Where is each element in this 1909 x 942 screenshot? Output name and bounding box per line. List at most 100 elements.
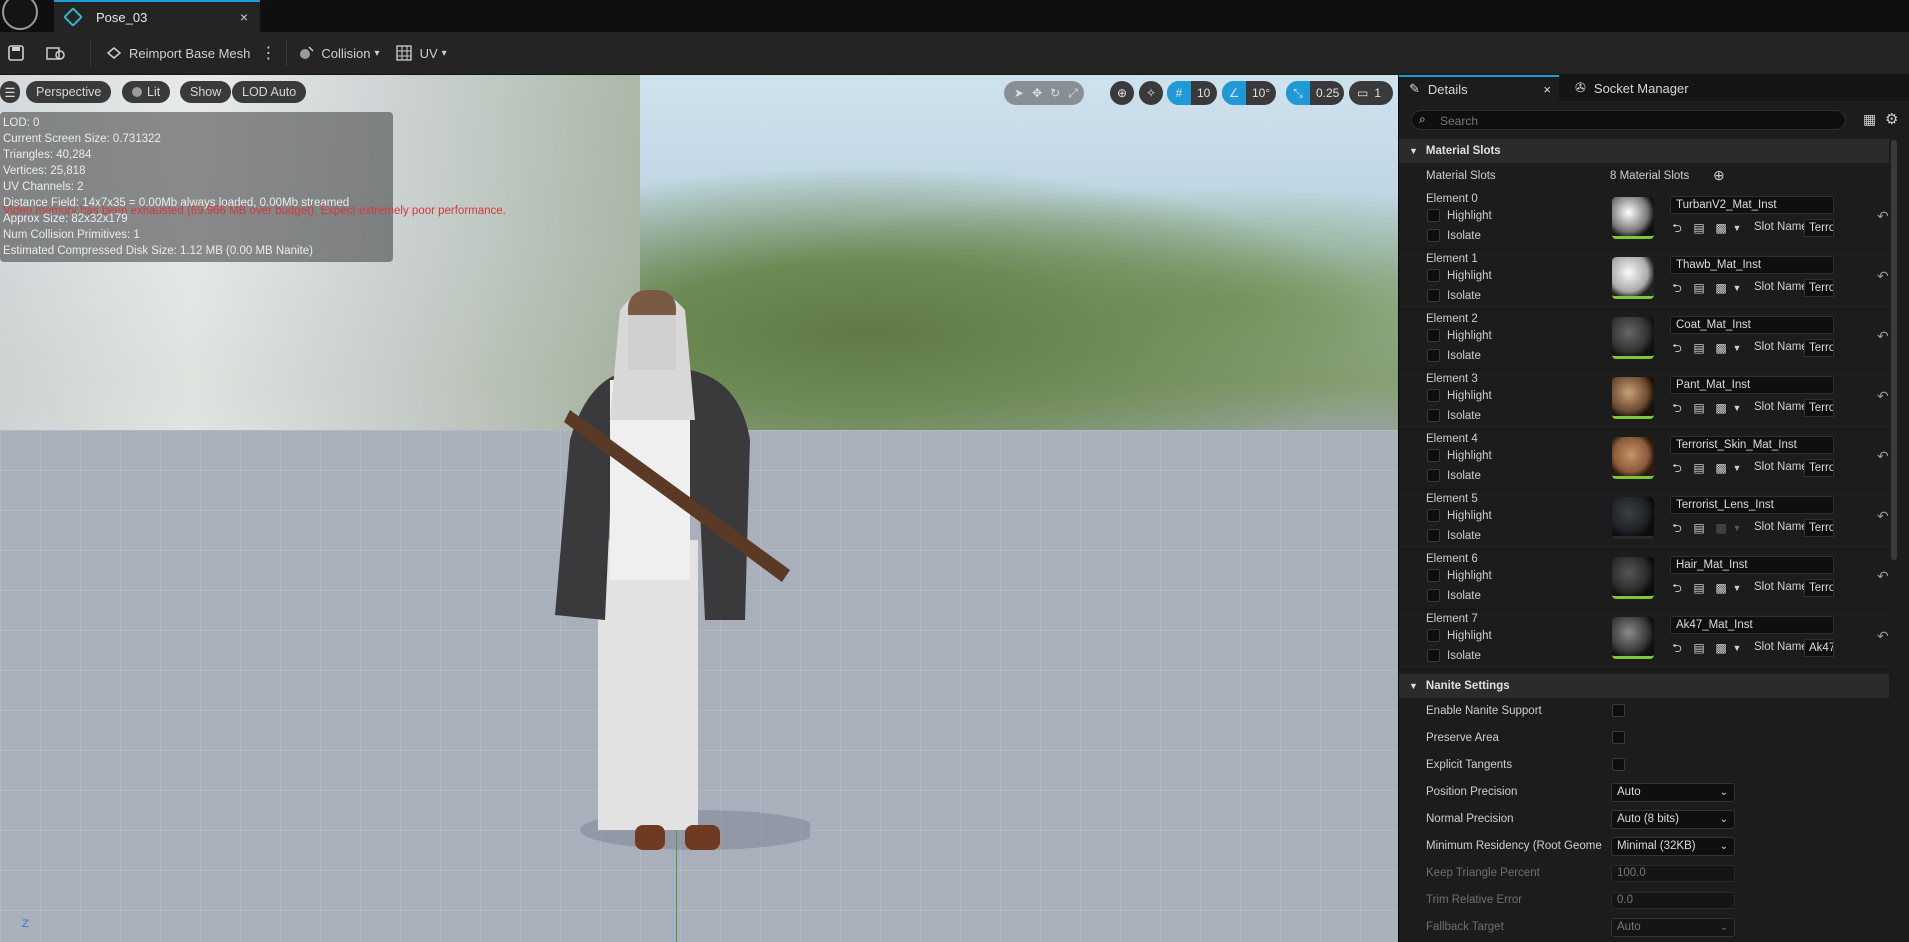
material-name-field[interactable]: Thawb_Mat_Inst: [1670, 256, 1834, 274]
chevron-down-icon[interactable]: ▼: [1730, 401, 1744, 415]
reset-icon[interactable]: ↶: [1877, 568, 1889, 585]
use-selected-icon[interactable]: ⮌: [1670, 341, 1684, 355]
highlight-checkbox[interactable]: [1427, 629, 1440, 642]
chevron-down-icon[interactable]: ▼: [1730, 521, 1744, 535]
lod-button[interactable]: LOD Auto: [232, 81, 307, 103]
save-button[interactable]: [8, 32, 28, 74]
search-input[interactable]: ⌕ Search: [1411, 110, 1846, 130]
select-icon[interactable]: ➤: [1014, 86, 1024, 100]
slot-name-field[interactable]: Terro: [1804, 279, 1834, 297]
character-mesh[interactable]: [550, 270, 810, 890]
table-view-icon[interactable]: ▦: [1863, 111, 1876, 128]
scale-snap-control[interactable]: ⤡ 0.25: [1286, 81, 1344, 105]
add-slot-icon[interactable]: ⊕: [1713, 167, 1725, 184]
reimport-base-mesh-button[interactable]: Reimport Base Mesh: [105, 32, 250, 74]
material-name-field[interactable]: Coat_Mat_Inst: [1670, 316, 1834, 334]
material-preview-icon[interactable]: ▩: [1714, 521, 1728, 535]
viewport-menu-button[interactable]: ☰: [0, 81, 20, 103]
highlight-checkbox[interactable]: [1427, 329, 1440, 342]
scale-icon[interactable]: ⤢: [1068, 86, 1078, 101]
grid-snap-control[interactable]: # 10: [1167, 81, 1217, 105]
browse-icon[interactable]: ▤: [1692, 461, 1706, 475]
settings-gear-icon[interactable]: ⚙: [1885, 110, 1898, 128]
isolate-checkbox[interactable]: [1427, 589, 1440, 602]
asset-tab[interactable]: Pose_03 ×: [54, 0, 260, 32]
material-thumbnail[interactable]: [1612, 497, 1654, 539]
close-tab-icon[interactable]: ×: [240, 9, 248, 25]
uv-dropdown[interactable]: UV ▾: [395, 32, 447, 74]
use-selected-icon[interactable]: ⮌: [1670, 521, 1684, 535]
slot-name-field[interactable]: Terro: [1804, 219, 1834, 237]
material-preview-icon[interactable]: ▩: [1714, 641, 1728, 655]
close-icon[interactable]: ×: [1543, 82, 1551, 97]
use-selected-icon[interactable]: ⮌: [1670, 581, 1684, 595]
position-precision-dropdown[interactable]: Auto ⌄: [1611, 783, 1735, 802]
tab-details[interactable]: ✎ Details ×: [1399, 75, 1559, 101]
use-selected-icon[interactable]: ⮌: [1670, 281, 1684, 295]
camera-speed-control[interactable]: ▭ 1: [1349, 81, 1393, 105]
chevron-down-icon[interactable]: ▼: [1730, 221, 1744, 235]
chevron-down-icon[interactable]: ▼: [1730, 581, 1744, 595]
reset-icon[interactable]: ↶: [1877, 448, 1889, 465]
material-thumbnail[interactable]: [1612, 557, 1654, 599]
slot-name-field[interactable]: Terro: [1804, 399, 1834, 417]
material-thumbnail[interactable]: [1612, 377, 1654, 419]
enable-nanite-checkbox[interactable]: [1612, 704, 1625, 717]
transform-tools[interactable]: ➤ ✥ ↻ ⤢: [1004, 81, 1084, 105]
highlight-checkbox[interactable]: [1427, 509, 1440, 522]
material-name-field[interactable]: Terrorist_Lens_Inst: [1670, 496, 1834, 514]
chevron-down-icon[interactable]: ▼: [1730, 461, 1744, 475]
material-preview-icon[interactable]: ▩: [1714, 341, 1728, 355]
browse-icon[interactable]: ▤: [1692, 341, 1706, 355]
isolate-checkbox[interactable]: [1427, 409, 1440, 422]
isolate-checkbox[interactable]: [1427, 469, 1440, 482]
material-thumbnail[interactable]: [1612, 437, 1654, 479]
minimum-residency-dropdown[interactable]: Minimal (32KB) ⌄: [1611, 837, 1735, 856]
perspective-button[interactable]: Perspective: [26, 81, 112, 103]
viewport[interactable]: ☰ Perspective Lit Show LOD Auto ➤ ✥ ↻ ⤢ …: [0, 75, 1398, 942]
trim-relative-error-field[interactable]: 0.0: [1611, 892, 1735, 909]
reset-icon[interactable]: ↶: [1877, 628, 1889, 645]
reimport-options-icon[interactable]: ⋮: [260, 32, 276, 74]
collision-dropdown[interactable]: Collision ▾: [297, 32, 380, 74]
use-selected-icon[interactable]: ⮌: [1670, 221, 1684, 235]
rotation-snap-control[interactable]: ∠ 10°: [1222, 81, 1276, 105]
material-preview-icon[interactable]: ▩: [1714, 581, 1728, 595]
rotate-icon[interactable]: ↻: [1050, 86, 1060, 100]
material-thumbnail[interactable]: [1612, 317, 1654, 359]
isolate-checkbox[interactable]: [1427, 229, 1440, 242]
chevron-down-icon[interactable]: ▼: [1730, 641, 1744, 655]
browse-icon[interactable]: ▤: [1692, 581, 1706, 595]
highlight-checkbox[interactable]: [1427, 449, 1440, 462]
material-name-field[interactable]: Ak47_Mat_Inst: [1670, 616, 1834, 634]
slot-name-field[interactable]: Ak47_: [1804, 639, 1834, 657]
isolate-checkbox[interactable]: [1427, 349, 1440, 362]
slot-name-field[interactable]: Terro: [1804, 579, 1834, 597]
tab-socket-manager[interactable]: ✇ Socket Manager: [1569, 75, 1719, 101]
reset-icon[interactable]: ↶: [1877, 388, 1889, 405]
isolate-checkbox[interactable]: [1427, 529, 1440, 542]
browse-icon[interactable]: ▤: [1692, 281, 1706, 295]
world-local-toggle[interactable]: ⊕: [1110, 81, 1134, 105]
reset-icon[interactable]: ↶: [1877, 268, 1889, 285]
view-mode-button[interactable]: Lit: [122, 81, 171, 103]
normal-precision-dropdown[interactable]: Auto (8 bits) ⌄: [1611, 810, 1735, 829]
material-preview-icon[interactable]: ▩: [1714, 281, 1728, 295]
use-selected-icon[interactable]: ⮌: [1670, 461, 1684, 475]
highlight-checkbox[interactable]: [1427, 569, 1440, 582]
slot-name-field[interactable]: Terro: [1804, 459, 1834, 477]
highlight-checkbox[interactable]: [1427, 269, 1440, 282]
browse-icon[interactable]: ▤: [1692, 521, 1706, 535]
use-selected-icon[interactable]: ⮌: [1670, 401, 1684, 415]
slot-name-field[interactable]: Terro: [1804, 519, 1834, 537]
material-slots-section-header[interactable]: ▼ Material Slots: [1399, 139, 1889, 163]
chevron-down-icon[interactable]: ▼: [1730, 341, 1744, 355]
reset-icon[interactable]: ↶: [1877, 328, 1889, 345]
nanite-settings-section-header[interactable]: ▼ Nanite Settings: [1399, 674, 1889, 698]
material-preview-icon[interactable]: ▩: [1714, 221, 1728, 235]
material-thumbnail[interactable]: [1612, 257, 1654, 299]
use-selected-icon[interactable]: ⮌: [1670, 641, 1684, 655]
browse-icon[interactable]: ▤: [1692, 221, 1706, 235]
highlight-checkbox[interactable]: [1427, 389, 1440, 402]
material-thumbnail[interactable]: [1612, 197, 1654, 239]
